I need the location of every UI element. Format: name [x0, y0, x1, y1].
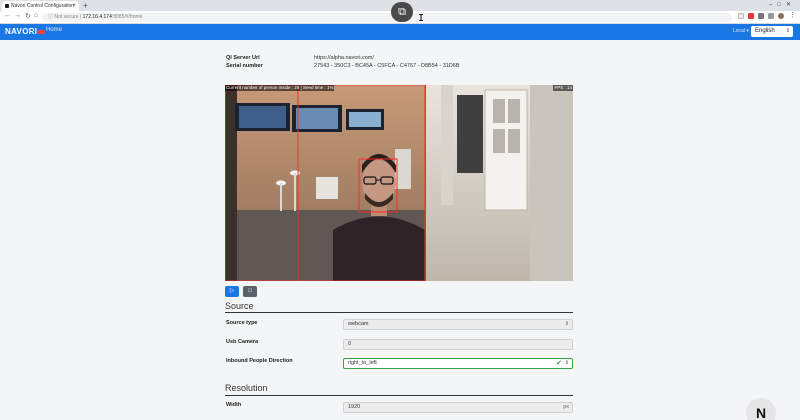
camera-feed-image [225, 85, 573, 281]
home-icon[interactable]: ⌂ [34, 12, 38, 19]
fps-overlay: FPS : 14 [553, 85, 573, 91]
app-navbar: NAVORI Home Local ▾ English ⇕ [0, 24, 800, 40]
source-type-select[interactable]: webcam ⇕ [343, 319, 573, 330]
width-value: 1920 [348, 404, 361, 410]
extension-m-icon[interactable] [748, 13, 754, 19]
usb-camera-input[interactable]: 0 [343, 339, 573, 350]
usb-camera-value: 0 [348, 341, 352, 347]
close-tab-icon[interactable]: × [72, 1, 76, 11]
url-path: :8085/#/home [111, 14, 143, 20]
resolution-section-title: Resolution [225, 383, 268, 393]
source-section-title: Source [225, 301, 254, 311]
new-tab-button[interactable]: + [83, 0, 88, 11]
source-type-value: webcam [348, 321, 369, 327]
people-count-overlay: Current number of person inside : 29 | S… [225, 85, 335, 91]
inbound-direction-value: right_to_left [348, 360, 377, 366]
url-host: 172.16.4.174 [82, 14, 112, 20]
language-value: English [755, 28, 775, 34]
usb-camera-label: Usb Camera [226, 339, 259, 345]
window-controls[interactable]: –□✕ [769, 0, 796, 11]
server-url-label: QI Server Url [226, 55, 260, 61]
play-icon: ▷ [229, 288, 235, 294]
bookmark-star-icon[interactable] [738, 13, 744, 19]
extension-icon[interactable] [758, 13, 764, 19]
brand-logo[interactable]: NAVORI [5, 27, 46, 36]
user-menu[interactable]: Local ▾ [733, 28, 749, 34]
tab-title: Navori Control Configuration [11, 3, 75, 9]
forward-icon[interactable]: → [14, 12, 21, 19]
favicon-icon [5, 4, 9, 8]
camera-feed[interactable]: Current number of person inside : 29 | S… [225, 85, 573, 281]
chevron-updown-icon: ⇕ [564, 360, 569, 366]
chevron-updown-icon: ⇕ [785, 28, 790, 34]
inbound-direction-select[interactable]: right_to_left ✔ ⇕ [343, 358, 573, 369]
navori-watermark-logo: N [746, 398, 776, 420]
serial-number-value: 27543 - 350C3 - BC45A - C5FCA - C4767 - … [314, 63, 460, 69]
width-label: Width [226, 402, 242, 408]
play-button[interactable]: ▷ [225, 286, 239, 297]
watermark-letter: N [755, 405, 767, 420]
nav-home-link[interactable]: Home [46, 27, 62, 33]
reload-icon[interactable]: ↻ [25, 12, 31, 20]
inbound-direction-label: Inbound People Direction [226, 358, 293, 364]
stop-icon: □ [248, 288, 252, 294]
language-select[interactable]: English ⇕ [751, 26, 793, 37]
resolution-divider [225, 395, 573, 396]
server-url-value: https://alpha.navori.com/ [314, 55, 374, 61]
brand-name: NAVORI [5, 27, 38, 36]
screen-share-icon[interactable]: ⧉ [391, 2, 413, 22]
chevron-updown-icon: ⇕ [564, 321, 569, 327]
width-input[interactable]: 1920 px [343, 402, 573, 413]
puzzle-icon[interactable] [768, 13, 774, 19]
brand-mark-icon [38, 29, 46, 34]
source-divider [225, 312, 573, 313]
back-icon[interactable]: ← [4, 12, 11, 19]
checkmark-icon: ✔ [556, 360, 562, 367]
browser-tab[interactable]: Navori Control Configuration × [2, 1, 79, 11]
stop-button[interactable]: □ [243, 286, 257, 297]
not-secure-label: Not secure [54, 14, 79, 20]
text-cursor-icon: I [418, 13, 425, 24]
menu-dots-icon[interactable]: ⋮ [789, 12, 796, 19]
profile-avatar[interactable] [778, 13, 784, 19]
serial-number-label: Serial number [226, 63, 263, 69]
address-bar[interactable]: ⓘ Not secure | 172.16.4.174:8085/#/home [42, 13, 732, 22]
width-unit: px [563, 404, 569, 410]
source-type-label: Source type [226, 320, 258, 326]
